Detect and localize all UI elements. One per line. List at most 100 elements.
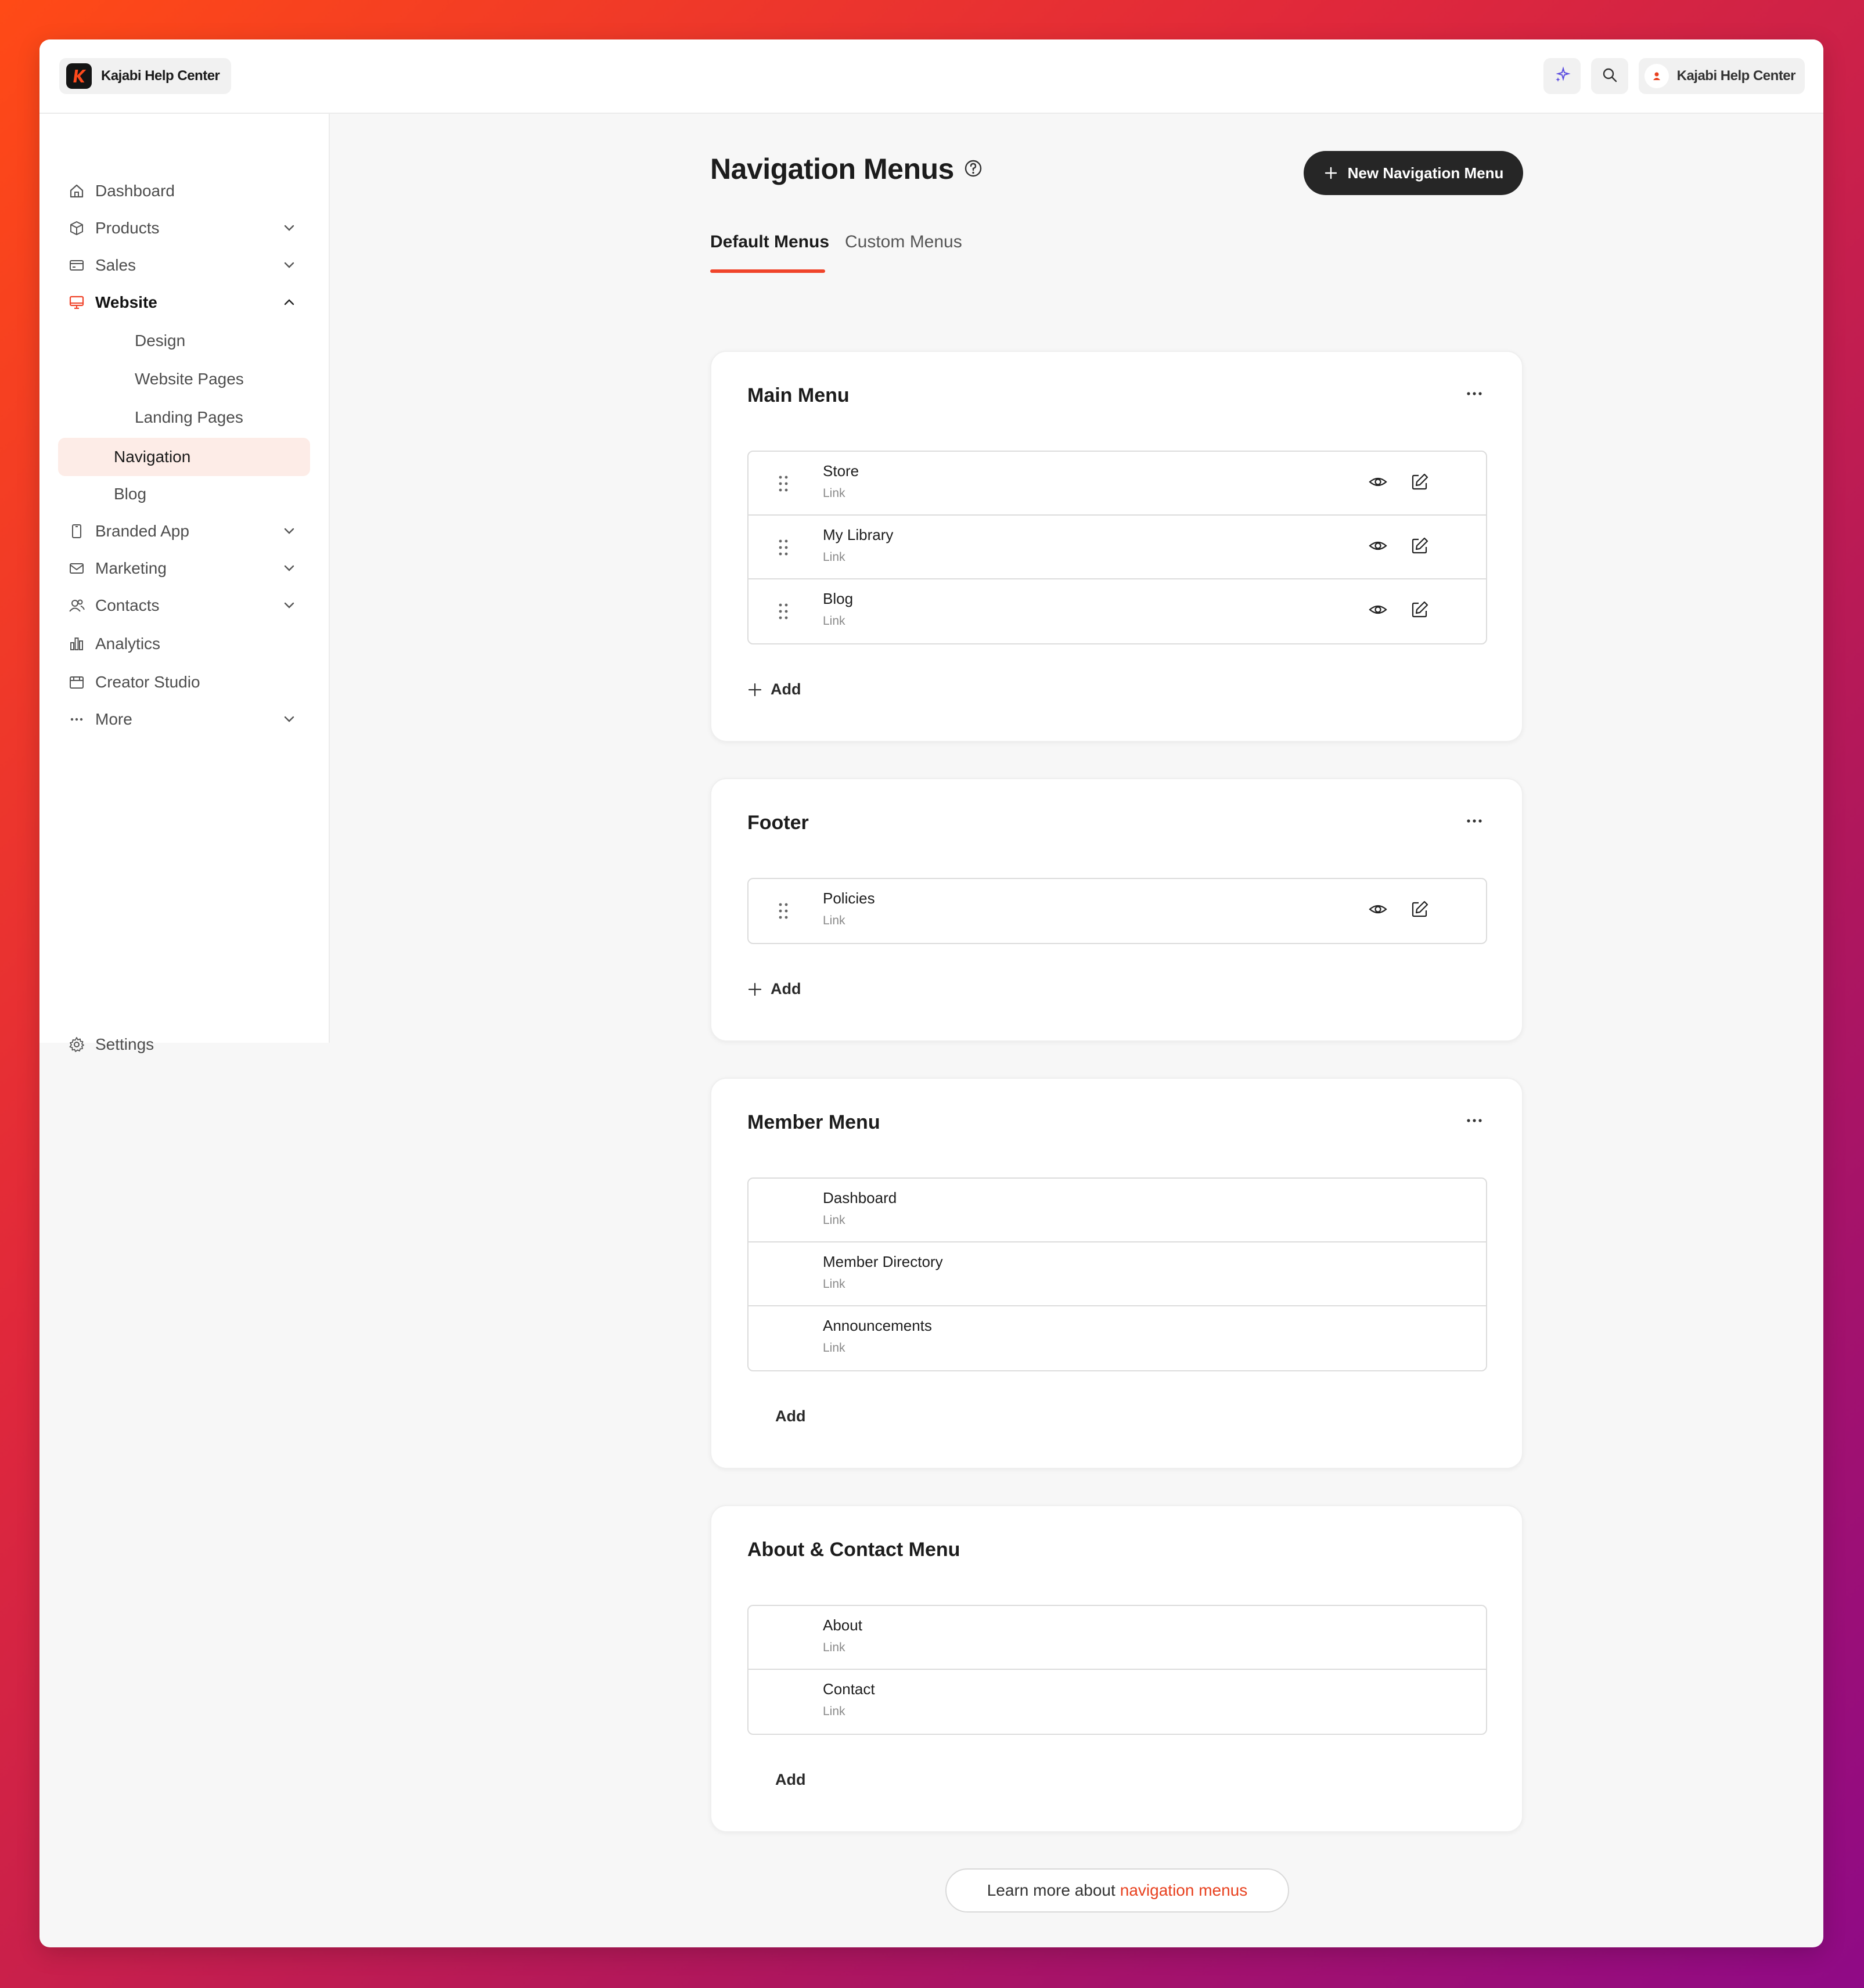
new-navigation-menu-button[interactable]: New Navigation Menu: [1304, 151, 1523, 195]
list-item[interactable]: Policies Link: [749, 879, 1486, 943]
more-options-icon[interactable]: [1463, 1114, 1486, 1128]
learn-more-pill: Learn more about navigation menus: [945, 1868, 1289, 1913]
sidebar-item-design[interactable]: Design: [58, 323, 310, 359]
brand-name: Kajabi Help Center: [101, 68, 220, 84]
list-item[interactable]: About Link: [749, 1606, 1486, 1670]
drag-handle-icon[interactable]: [778, 538, 789, 557]
sidebar-item-contacts[interactable]: Contacts: [58, 588, 310, 624]
item-name: Policies: [823, 889, 875, 907]
account-menu[interactable]: Kajabi Help Center: [1638, 58, 1805, 94]
menu-item-list: About Link Contact Link: [747, 1605, 1487, 1735]
item-name: Announcements: [823, 1317, 932, 1334]
edit-icon[interactable]: [1409, 899, 1430, 920]
sparkle-icon: [1553, 66, 1571, 87]
sidebar-item-analytics[interactable]: Analytics: [58, 626, 310, 662]
bar-chart-icon: [66, 633, 87, 654]
sidebar-item-label: Contacts: [95, 596, 160, 614]
chevron-down-icon[interactable]: [280, 219, 298, 237]
sidebar-item-label: Creator Studio: [95, 673, 200, 691]
add-label: Add: [771, 980, 801, 997]
brand-switcher[interactable]: Kajabi Help Center: [59, 58, 232, 94]
drag-handle-icon[interactable]: [778, 474, 789, 494]
sidebar-item-label: Website Pages: [135, 370, 244, 388]
main-content: Navigation Menus New Navigation Menu Def…: [330, 114, 1823, 1947]
chevron-down-icon[interactable]: [280, 522, 298, 541]
sidebar-item-creator-studio[interactable]: Creator Studio: [58, 664, 310, 700]
sidebar-item-website-pages[interactable]: Website Pages: [58, 361, 310, 397]
phone-icon: [66, 521, 87, 542]
chevron-down-icon[interactable]: [280, 710, 298, 729]
sidebar-item-landing-pages[interactable]: Landing Pages: [58, 399, 310, 435]
add-label: Add: [775, 1771, 806, 1788]
sidebar-item-label: Sales: [95, 256, 136, 274]
help-icon[interactable]: [963, 158, 984, 179]
chevron-up-icon[interactable]: [280, 293, 298, 312]
learn-more-link[interactable]: navigation menus: [1120, 1881, 1247, 1900]
sidebar-item-branded-app[interactable]: Branded App: [58, 513, 310, 549]
plus-icon: [748, 982, 762, 996]
edit-icon[interactable]: [1409, 535, 1430, 556]
tab-default-menus[interactable]: Default Menus: [710, 232, 829, 252]
edit-icon[interactable]: [1409, 471, 1430, 492]
chevron-down-icon[interactable]: [280, 559, 298, 578]
eye-icon[interactable]: [1368, 471, 1388, 492]
list-item[interactable]: Contact Link: [749, 1670, 1486, 1734]
chevron-down-icon[interactable]: [280, 256, 298, 275]
home-icon: [66, 181, 87, 201]
kajabi-logo-icon: [66, 63, 92, 89]
list-item[interactable]: My Library Link: [749, 516, 1486, 579]
item-type: Link: [823, 550, 845, 564]
card-title: About & Contact Menu: [747, 1539, 960, 1561]
add-item-button[interactable]: Add: [775, 1407, 805, 1425]
more-options-icon[interactable]: [1463, 814, 1486, 828]
add-item-button[interactable]: Add: [747, 980, 801, 998]
sidebar-item-label: Design: [135, 332, 186, 350]
sidebar-item-sales[interactable]: Sales: [58, 247, 310, 283]
eye-icon[interactable]: [1368, 899, 1388, 920]
item-name: Blog: [823, 590, 854, 607]
card-title: Main Menu: [747, 384, 850, 406]
eye-icon[interactable]: [1368, 599, 1388, 620]
sidebar-item-label: Analytics: [95, 635, 161, 653]
search-button[interactable]: [1590, 58, 1628, 94]
list-item[interactable]: Announcements Link: [749, 1306, 1486, 1370]
plus-icon: [748, 683, 762, 696]
active-tab-indicator: [710, 269, 825, 273]
sidebar-item-dashboard[interactable]: Dashboard: [58, 173, 310, 209]
item-type: Link: [823, 1341, 845, 1355]
search-icon: [1602, 67, 1618, 86]
item-type: Link: [823, 1641, 845, 1654]
more-options-icon[interactable]: [1463, 387, 1486, 401]
item-type: Link: [823, 614, 845, 628]
sidebar-item-products[interactable]: Products: [58, 210, 310, 246]
box-icon: [66, 218, 87, 239]
drag-handle-icon[interactable]: [778, 901, 789, 921]
chevron-down-icon[interactable]: [280, 596, 298, 615]
menu-item-list: Policies Link: [747, 878, 1487, 944]
drag-handle-icon[interactable]: [778, 602, 789, 621]
tab-custom-menus[interactable]: Custom Menus: [845, 232, 962, 252]
menu-item-list: Store Link My Library Link Blog Link: [747, 451, 1487, 644]
users-icon: [66, 595, 87, 616]
sidebar-item-website[interactable]: Website: [58, 284, 310, 320]
sidebar-item-blog[interactable]: Blog: [58, 476, 310, 512]
sidebar-item-marketing[interactable]: Marketing: [58, 550, 310, 586]
eye-icon[interactable]: [1368, 535, 1388, 556]
item-name: About: [823, 1616, 862, 1634]
list-item[interactable]: Dashboard Link: [749, 1179, 1486, 1242]
list-item[interactable]: Store Link: [749, 452, 1486, 516]
list-item[interactable]: Member Directory Link: [749, 1242, 1486, 1306]
sidebar-item-navigation[interactable]: Navigation: [58, 438, 310, 476]
sidebar-item-label: Settings: [95, 1035, 154, 1053]
add-item-button[interactable]: Add: [747, 680, 801, 698]
edit-icon[interactable]: [1409, 599, 1430, 620]
monitor-icon: [66, 292, 87, 313]
add-item-button[interactable]: Add: [775, 1771, 805, 1789]
sidebar-item-label: More: [95, 710, 132, 728]
ai-assistant-button[interactable]: [1543, 58, 1581, 94]
add-label: Add: [771, 680, 801, 698]
sidebar-item-more[interactable]: More: [58, 701, 310, 737]
sidebar-item-settings[interactable]: Settings: [58, 1027, 310, 1063]
menu-card-main-menu: Main Menu Store Link My Library Link Blo…: [710, 351, 1523, 742]
list-item[interactable]: Blog Link: [749, 579, 1486, 643]
